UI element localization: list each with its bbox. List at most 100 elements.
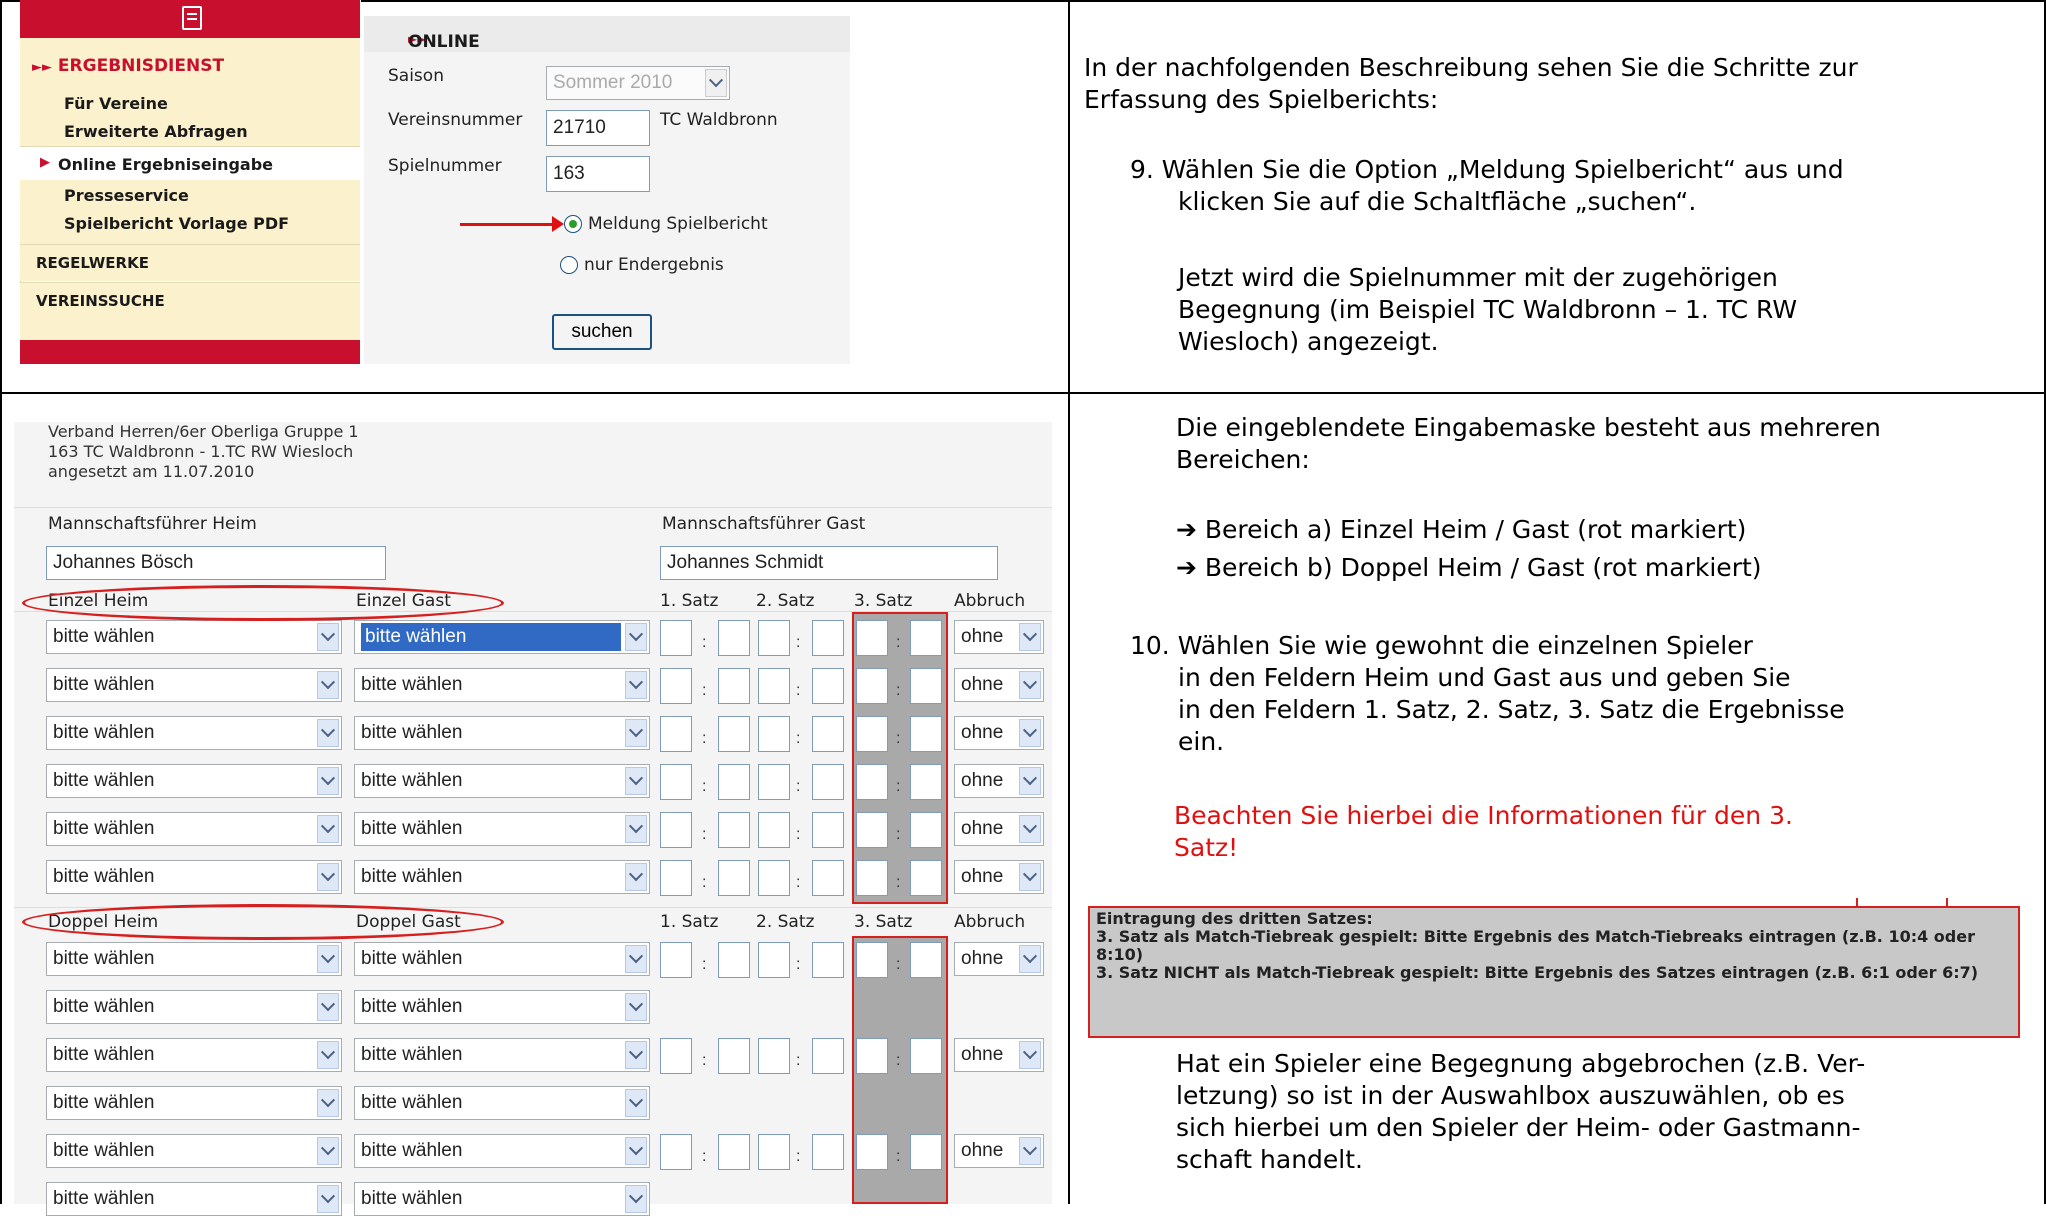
- chevron-down-icon[interactable]: [1019, 719, 1041, 747]
- satz2-guest-input[interactable]: [812, 716, 844, 752]
- satz2-guest-input[interactable]: [812, 620, 844, 656]
- gast-player-select[interactable]: bitte wählen: [354, 764, 650, 798]
- chevron-down-icon[interactable]: [1019, 815, 1041, 843]
- satz1-guest-input[interactable]: [718, 620, 750, 656]
- satz3-home-input[interactable]: [856, 1134, 888, 1170]
- menu-item-online-ergebniseingabe[interactable]: ▶ Online Ergebniseingabe: [20, 146, 360, 182]
- satz1-home-input[interactable]: [660, 620, 692, 656]
- satz3-guest-input[interactable]: [910, 942, 942, 978]
- satz2-guest-input[interactable]: [812, 812, 844, 848]
- satz2-home-input[interactable]: [758, 764, 790, 800]
- chevron-down-icon[interactable]: [625, 1089, 647, 1117]
- chevron-down-icon[interactable]: [625, 719, 647, 747]
- gast-player-select[interactable]: bitte wählen: [354, 812, 650, 846]
- satz1-home-input[interactable]: [660, 1134, 692, 1170]
- satz1-home-input[interactable]: [660, 812, 692, 848]
- chevron-down-icon[interactable]: [317, 1137, 339, 1165]
- satz3-guest-input[interactable]: [910, 1038, 942, 1074]
- chevron-down-icon[interactable]: [625, 1185, 647, 1213]
- abbruch-select[interactable]: ohne: [954, 1038, 1044, 1072]
- satz3-guest-input[interactable]: [910, 716, 942, 752]
- satz2-guest-input[interactable]: [812, 764, 844, 800]
- chevron-down-icon[interactable]: [317, 863, 339, 891]
- satz3-guest-input[interactable]: [910, 1134, 942, 1170]
- abbruch-select[interactable]: ohne: [954, 764, 1044, 798]
- menu-item-presseservice[interactable]: Presseservice: [64, 186, 189, 205]
- satz3-home-input[interactable]: [856, 942, 888, 978]
- satz1-guest-input[interactable]: [718, 942, 750, 978]
- satz1-guest-input[interactable]: [718, 1134, 750, 1170]
- satz3-home-input[interactable]: [856, 668, 888, 704]
- heim-player-select[interactable]: bitte wählen: [46, 860, 342, 894]
- chevron-down-icon[interactable]: [625, 623, 647, 651]
- satz2-guest-input[interactable]: [812, 668, 844, 704]
- menu-item-spielbericht-pdf[interactable]: Spielbericht Vorlage PDF: [64, 214, 289, 233]
- gast-player-select[interactable]: bitte wählen: [354, 990, 650, 1024]
- menu-item-erweiterte-abfragen[interactable]: Erweiterte Abfragen: [64, 122, 248, 141]
- chevron-down-icon[interactable]: [317, 623, 339, 651]
- satz3-home-input[interactable]: [856, 620, 888, 656]
- chevron-down-icon[interactable]: [1019, 671, 1041, 699]
- mf-heim-input[interactable]: Johannes Bösch: [46, 546, 386, 580]
- chevron-down-icon[interactable]: [625, 945, 647, 973]
- saison-select[interactable]: Sommer 2010: [546, 66, 730, 100]
- satz2-home-input[interactable]: [758, 620, 790, 656]
- gast-player-select[interactable]: bitte wählen: [354, 1182, 650, 1216]
- menu-item-regelwerke[interactable]: REGELWERKE: [20, 244, 360, 281]
- spielnummer-input[interactable]: 163: [546, 156, 650, 192]
- heim-player-select[interactable]: bitte wählen: [46, 620, 342, 654]
- heim-player-select[interactable]: bitte wählen: [46, 668, 342, 702]
- heim-player-select[interactable]: bitte wählen: [46, 764, 342, 798]
- radio-meldung-spielbericht[interactable]: [564, 215, 582, 233]
- satz3-home-input[interactable]: [856, 860, 888, 896]
- satz2-home-input[interactable]: [758, 1038, 790, 1074]
- chevron-down-icon[interactable]: [625, 993, 647, 1021]
- satz2-guest-input[interactable]: [812, 860, 844, 896]
- chevron-down-icon[interactable]: [625, 863, 647, 891]
- chevron-down-icon[interactable]: [317, 671, 339, 699]
- print-icon[interactable]: [182, 6, 202, 30]
- satz3-guest-input[interactable]: [910, 764, 942, 800]
- heim-player-select[interactable]: bitte wählen: [46, 942, 342, 976]
- satz2-home-input[interactable]: [758, 812, 790, 848]
- abbruch-select[interactable]: ohne: [954, 942, 1044, 976]
- chevron-down-icon[interactable]: [1019, 863, 1041, 891]
- gast-player-select[interactable]: bitte wählen: [354, 620, 650, 654]
- gast-player-select[interactable]: bitte wählen: [354, 1038, 650, 1072]
- chevron-down-icon[interactable]: [317, 719, 339, 747]
- satz3-guest-input[interactable]: [910, 812, 942, 848]
- heim-player-select[interactable]: bitte wählen: [46, 990, 342, 1024]
- satz2-home-input[interactable]: [758, 668, 790, 704]
- abbruch-select[interactable]: ohne: [954, 716, 1044, 750]
- satz3-guest-input[interactable]: [910, 668, 942, 704]
- gast-player-select[interactable]: bitte wählen: [354, 716, 650, 750]
- chevron-down-icon[interactable]: [317, 815, 339, 843]
- chevron-down-icon[interactable]: [317, 1185, 339, 1213]
- satz3-home-input[interactable]: [856, 764, 888, 800]
- menu-section-title[interactable]: ►► ERGEBNISDIENST: [32, 56, 224, 76]
- heim-player-select[interactable]: bitte wählen: [46, 1038, 342, 1072]
- chevron-down-icon[interactable]: [1019, 945, 1041, 973]
- chevron-down-icon[interactable]: [317, 767, 339, 795]
- gast-player-select[interactable]: bitte wählen: [354, 860, 650, 894]
- satz3-home-input[interactable]: [856, 812, 888, 848]
- chevron-down-icon[interactable]: [625, 671, 647, 699]
- suchen-button[interactable]: suchen: [552, 314, 652, 350]
- satz1-home-input[interactable]: [660, 942, 692, 978]
- satz2-guest-input[interactable]: [812, 1134, 844, 1170]
- chevron-down-icon[interactable]: [1019, 1041, 1041, 1069]
- chevron-down-icon[interactable]: [625, 767, 647, 795]
- satz2-guest-input[interactable]: [812, 942, 844, 978]
- satz1-guest-input[interactable]: [718, 812, 750, 848]
- chevron-down-icon[interactable]: [1019, 767, 1041, 795]
- satz1-home-input[interactable]: [660, 1038, 692, 1074]
- chevron-down-icon[interactable]: [317, 1041, 339, 1069]
- satz1-guest-input[interactable]: [718, 668, 750, 704]
- abbruch-select[interactable]: ohne: [954, 1134, 1044, 1168]
- heim-player-select[interactable]: bitte wählen: [46, 1182, 342, 1216]
- abbruch-select[interactable]: ohne: [954, 668, 1044, 702]
- gast-player-select[interactable]: bitte wählen: [354, 1134, 650, 1168]
- heim-player-select[interactable]: bitte wählen: [46, 812, 342, 846]
- chevron-down-icon[interactable]: [625, 1041, 647, 1069]
- satz1-guest-input[interactable]: [718, 716, 750, 752]
